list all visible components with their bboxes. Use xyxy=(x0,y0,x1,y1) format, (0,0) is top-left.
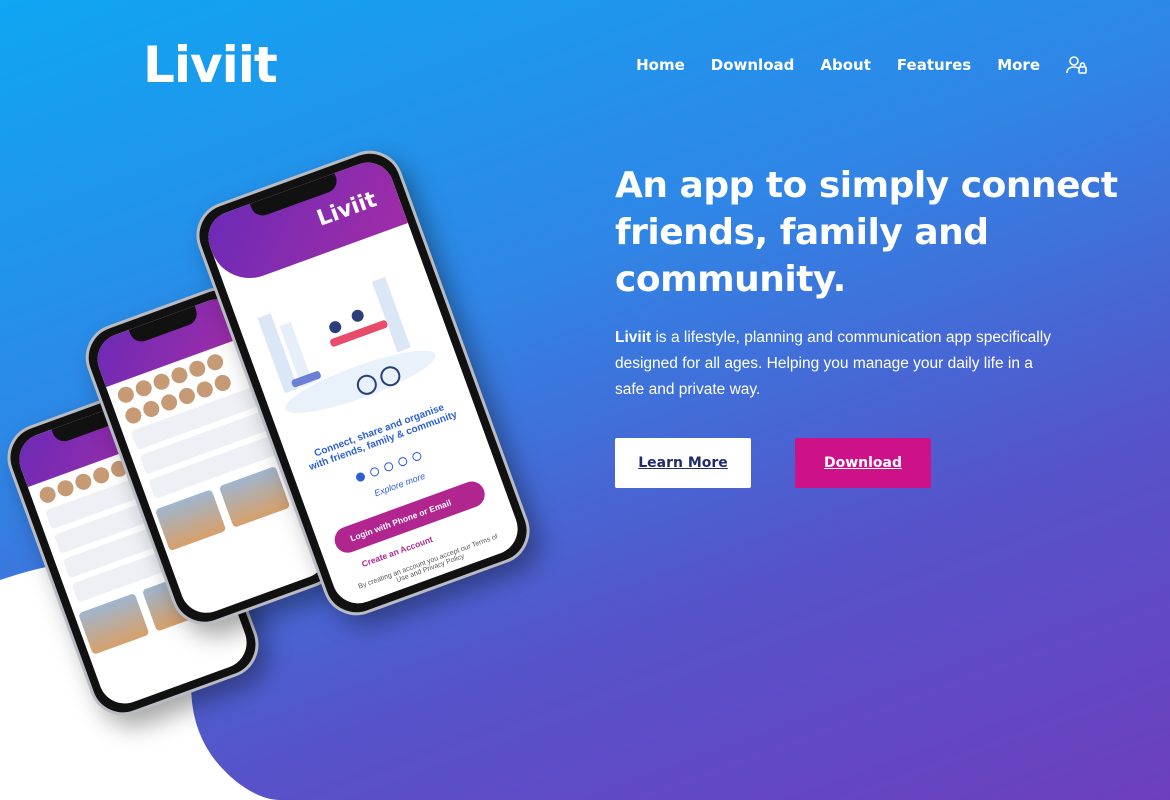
landing-page: Liviit Home Download About Features More… xyxy=(0,0,1170,800)
hero-description-text: is a lifestyle, planning and communicati… xyxy=(615,329,1051,398)
hero-brand-word: Liviit xyxy=(615,329,652,346)
download-button[interactable]: Download xyxy=(795,438,931,488)
nav-more[interactable]: More xyxy=(997,56,1040,74)
nav-download[interactable]: Download xyxy=(711,56,795,74)
hero-description: Liviit is a lifestyle, planning and comm… xyxy=(615,325,1055,403)
learn-more-button[interactable]: Learn More xyxy=(615,438,751,488)
hero-section: An app to simply connect friends, family… xyxy=(615,162,1135,403)
nav-home[interactable]: Home xyxy=(636,56,685,74)
illustration-image xyxy=(257,277,436,414)
user-lock-icon[interactable] xyxy=(1066,54,1088,76)
hero-headline: An app to simply connect friends, family… xyxy=(615,165,1118,300)
nav-features[interactable]: Features xyxy=(897,56,971,74)
explore-more-link: Explore more xyxy=(372,470,427,499)
nav-about[interactable]: About xyxy=(820,56,871,74)
main-nav: Home Download About Features More xyxy=(636,54,1088,76)
logo[interactable]: Liviit xyxy=(143,36,278,94)
